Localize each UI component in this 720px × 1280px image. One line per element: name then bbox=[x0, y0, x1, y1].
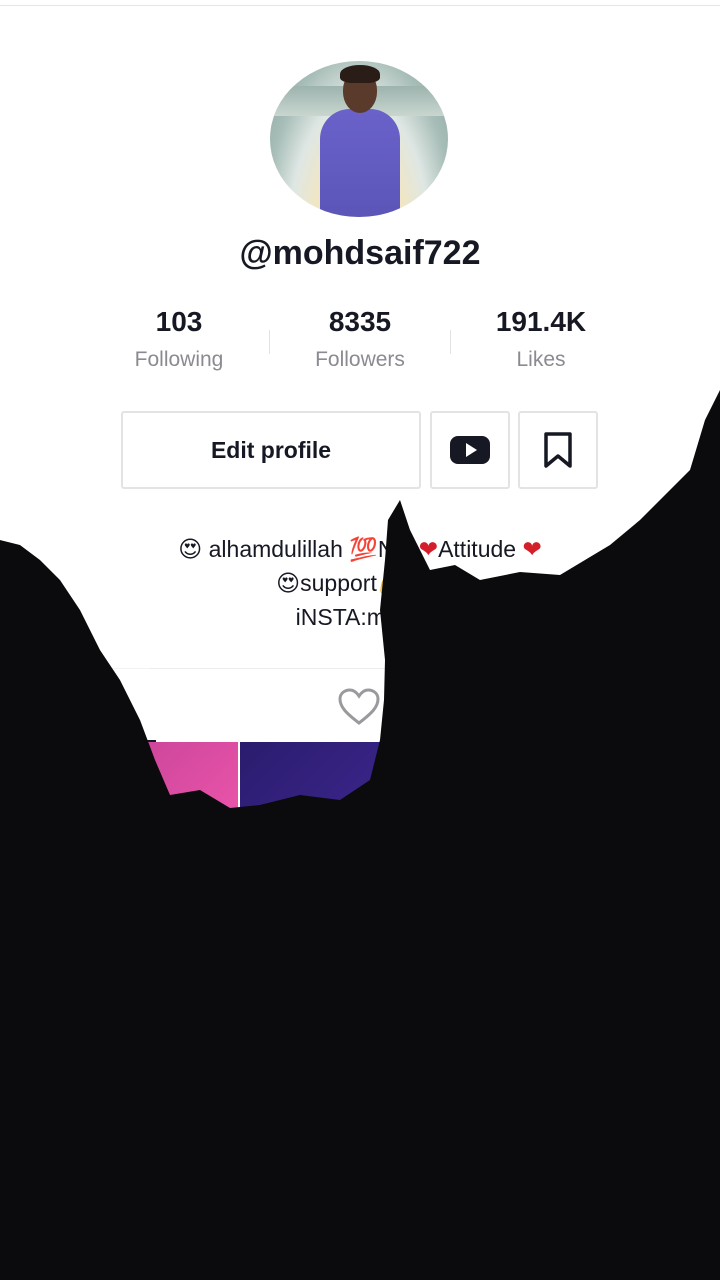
profile-screen: @mohdsaif722 103 Following 8335 Follower… bbox=[0, 0, 720, 1280]
dark-transition-overlay bbox=[0, 390, 720, 1280]
